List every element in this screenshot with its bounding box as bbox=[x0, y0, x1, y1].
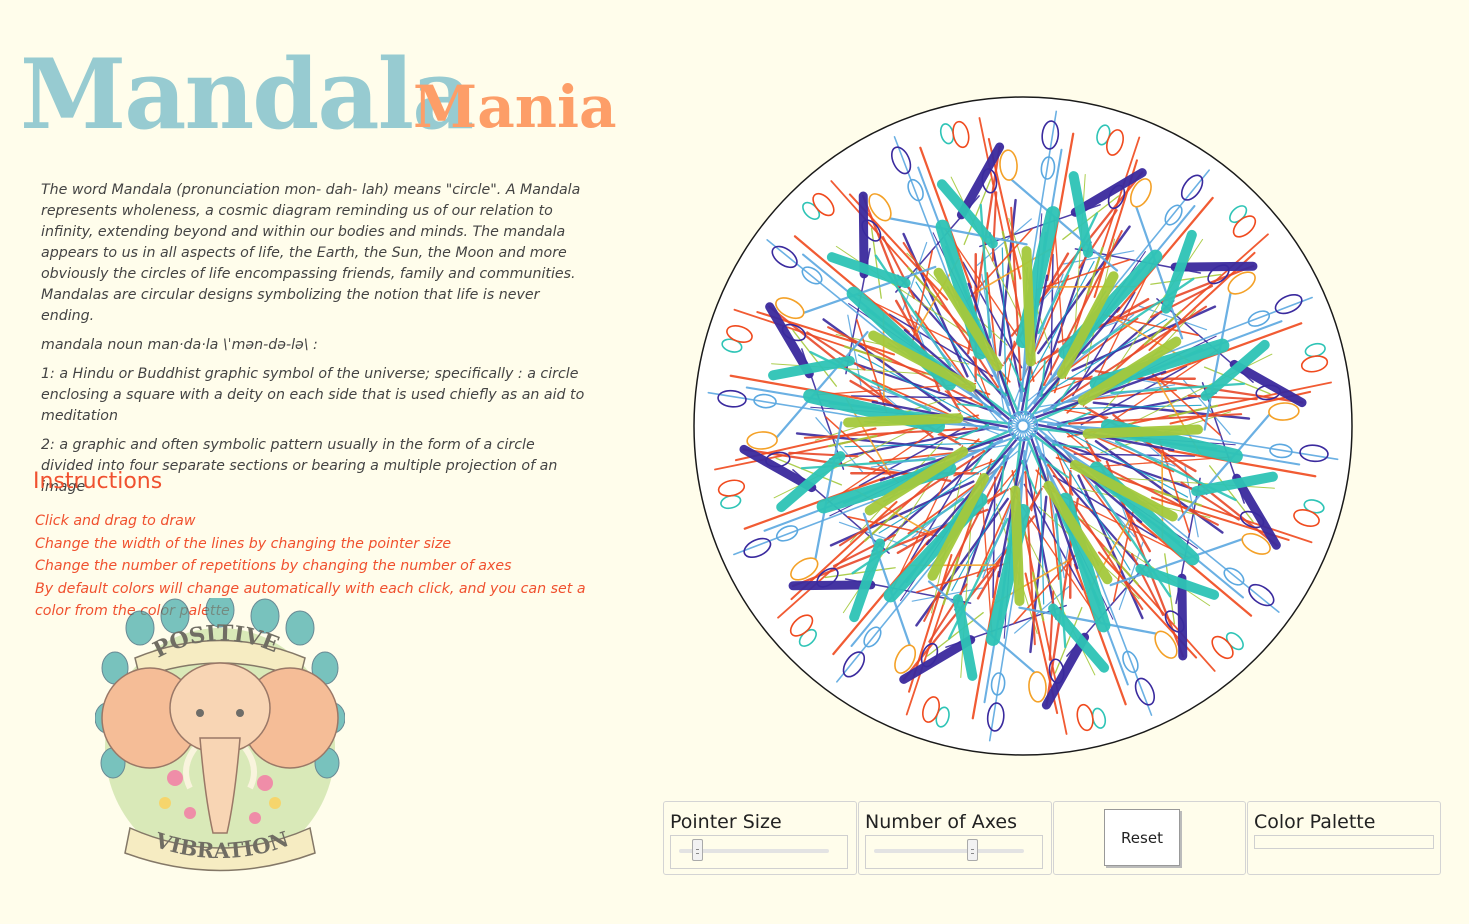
slider-track[interactable] bbox=[874, 849, 1024, 853]
mandala-stroke bbox=[1010, 485, 1025, 606]
positive-vibration-elephant-image: POSITIVE VIBRATION bbox=[95, 598, 345, 872]
definition-heading: mandala noun man·da·la \ˈmən-də-lə\ : bbox=[41, 337, 318, 353]
app-title: Mandala bbox=[20, 38, 474, 151]
slider-thumb[interactable] bbox=[966, 839, 978, 861]
color-palette-label: Color Palette bbox=[1254, 811, 1376, 833]
mandala-drawing-canvas[interactable] bbox=[692, 95, 1354, 757]
mandala-stroke bbox=[843, 413, 964, 428]
instruction-item: Change the width of the lines by changin… bbox=[35, 535, 452, 552]
intro-text: The word Mandala (pronunciation mon- dah… bbox=[41, 180, 591, 506]
color-palette-panel: Color Palette bbox=[1247, 801, 1441, 875]
intro-paragraph: The word Mandala (pronunciation mon- dah… bbox=[41, 182, 581, 324]
instructions-heading: Instructions bbox=[33, 469, 163, 494]
reset-button[interactable]: Reset bbox=[1104, 809, 1180, 866]
slider-thumb[interactable] bbox=[692, 839, 703, 861]
number-of-axes-panel: Number of Axes bbox=[858, 801, 1052, 875]
mandala-stroke bbox=[1177, 573, 1188, 661]
number-of-axes-slider[interactable] bbox=[865, 835, 1043, 869]
instruction-item: Change the number of repetitions by chan… bbox=[35, 558, 512, 574]
reset-panel: Reset bbox=[1053, 801, 1246, 875]
mandala-stroke bbox=[858, 191, 869, 279]
pointer-size-slider[interactable] bbox=[670, 835, 848, 869]
app-title-accent: Mania bbox=[413, 73, 617, 141]
mandala-stroke bbox=[788, 580, 876, 591]
instruction-item: Click and drag to draw bbox=[35, 513, 196, 529]
pointer-size-label: Pointer Size bbox=[670, 811, 782, 833]
number-of-axes-label: Number of Axes bbox=[865, 811, 1017, 833]
color-palette-picker[interactable] bbox=[1254, 835, 1434, 849]
definition-1: 1: a Hindu or Buddhist graphic symbol of… bbox=[41, 366, 585, 424]
mandala-stroke bbox=[1170, 261, 1258, 272]
mandala-stroke bbox=[1082, 424, 1203, 439]
pointer-size-panel: Pointer Size bbox=[663, 801, 857, 875]
mandala-stroke bbox=[1021, 246, 1036, 367]
